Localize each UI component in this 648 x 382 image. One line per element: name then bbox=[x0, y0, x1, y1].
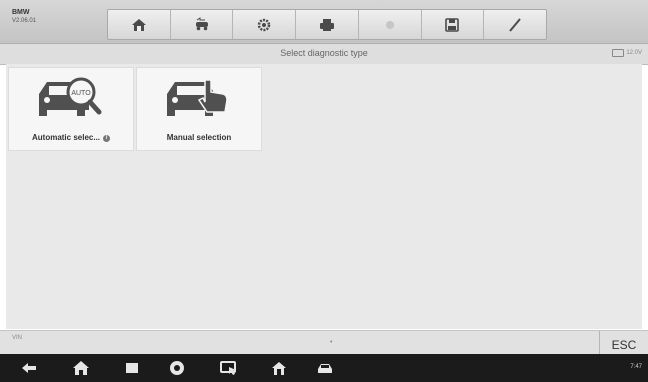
android-navbar: 7:47 bbox=[0, 354, 648, 382]
vin-label: VIN bbox=[12, 335, 23, 341]
vehicle-info: BMW V2.06.01 bbox=[12, 9, 36, 25]
car-icon bbox=[318, 364, 332, 373]
clock: 7:47 bbox=[630, 364, 642, 370]
remote-desk-button[interactable] bbox=[220, 360, 238, 376]
maxisys-home-button[interactable] bbox=[270, 360, 288, 376]
battery-icon bbox=[612, 49, 625, 57]
status-indicator: • bbox=[330, 339, 333, 346]
recent-apps-button[interactable] bbox=[123, 360, 141, 376]
top-bar: BMW V2.06.01 bbox=[0, 0, 648, 43]
help-icon bbox=[385, 20, 394, 29]
remote-desk-icon bbox=[220, 361, 236, 375]
settings-icon bbox=[258, 18, 271, 31]
svg-text:AUTO: AUTO bbox=[71, 90, 91, 97]
datalogging-button[interactable] bbox=[484, 10, 546, 39]
home-button[interactable] bbox=[108, 10, 171, 39]
status-bar: VIN • ESC bbox=[0, 330, 648, 355]
back-button[interactable] bbox=[20, 360, 38, 376]
save-icon bbox=[445, 17, 460, 32]
automatic-selection-card[interactable]: AUTO Automatic selec... i bbox=[8, 67, 134, 151]
info-icon[interactable]: i bbox=[103, 135, 111, 142]
chrome-icon bbox=[170, 361, 184, 375]
android-home-icon bbox=[73, 361, 89, 375]
vci-button[interactable] bbox=[316, 360, 334, 376]
print-button[interactable] bbox=[296, 10, 359, 39]
manual-selection-card[interactable]: Manual selection bbox=[136, 67, 262, 151]
home-nav-button[interactable] bbox=[72, 360, 90, 376]
save-button[interactable] bbox=[422, 10, 485, 39]
toolbar bbox=[107, 9, 547, 40]
maxisys-home-icon bbox=[272, 362, 286, 375]
auto-vin-car-icon: AUTO bbox=[39, 77, 102, 116]
manual-selection-label: Manual selection bbox=[166, 133, 232, 142]
print-icon bbox=[320, 18, 335, 31]
esc-button[interactable]: ESC bbox=[599, 331, 648, 355]
title-bar: Select diagnostic type 12.0V bbox=[0, 43, 648, 65]
vehicle-name: BMW bbox=[12, 9, 30, 16]
vehicle-swap-icon bbox=[195, 16, 208, 30]
settings-button[interactable] bbox=[233, 10, 297, 39]
manual-car-icon bbox=[167, 79, 228, 116]
battery-status: 12.0V bbox=[612, 49, 642, 57]
recent-apps-icon bbox=[126, 363, 138, 373]
automatic-selection-text: Automatic selec... bbox=[31, 133, 101, 142]
automatic-selection-label: Automatic selec... i bbox=[9, 133, 133, 142]
datalogging-icon bbox=[509, 17, 521, 32]
system-tray: 7:47 bbox=[630, 364, 642, 370]
help-button[interactable] bbox=[359, 10, 422, 39]
software-version: V2.06.01 bbox=[12, 18, 37, 24]
page-title: Select diagnostic type bbox=[280, 48, 368, 58]
battery-voltage: 12.0V bbox=[626, 50, 642, 56]
back-icon bbox=[22, 363, 36, 373]
vehicle-swap-button[interactable] bbox=[171, 10, 234, 39]
chrome-button[interactable] bbox=[168, 360, 186, 376]
home-icon bbox=[131, 18, 146, 31]
main-content: AUTO Automatic selec... i Manual selectio… bbox=[6, 64, 642, 329]
